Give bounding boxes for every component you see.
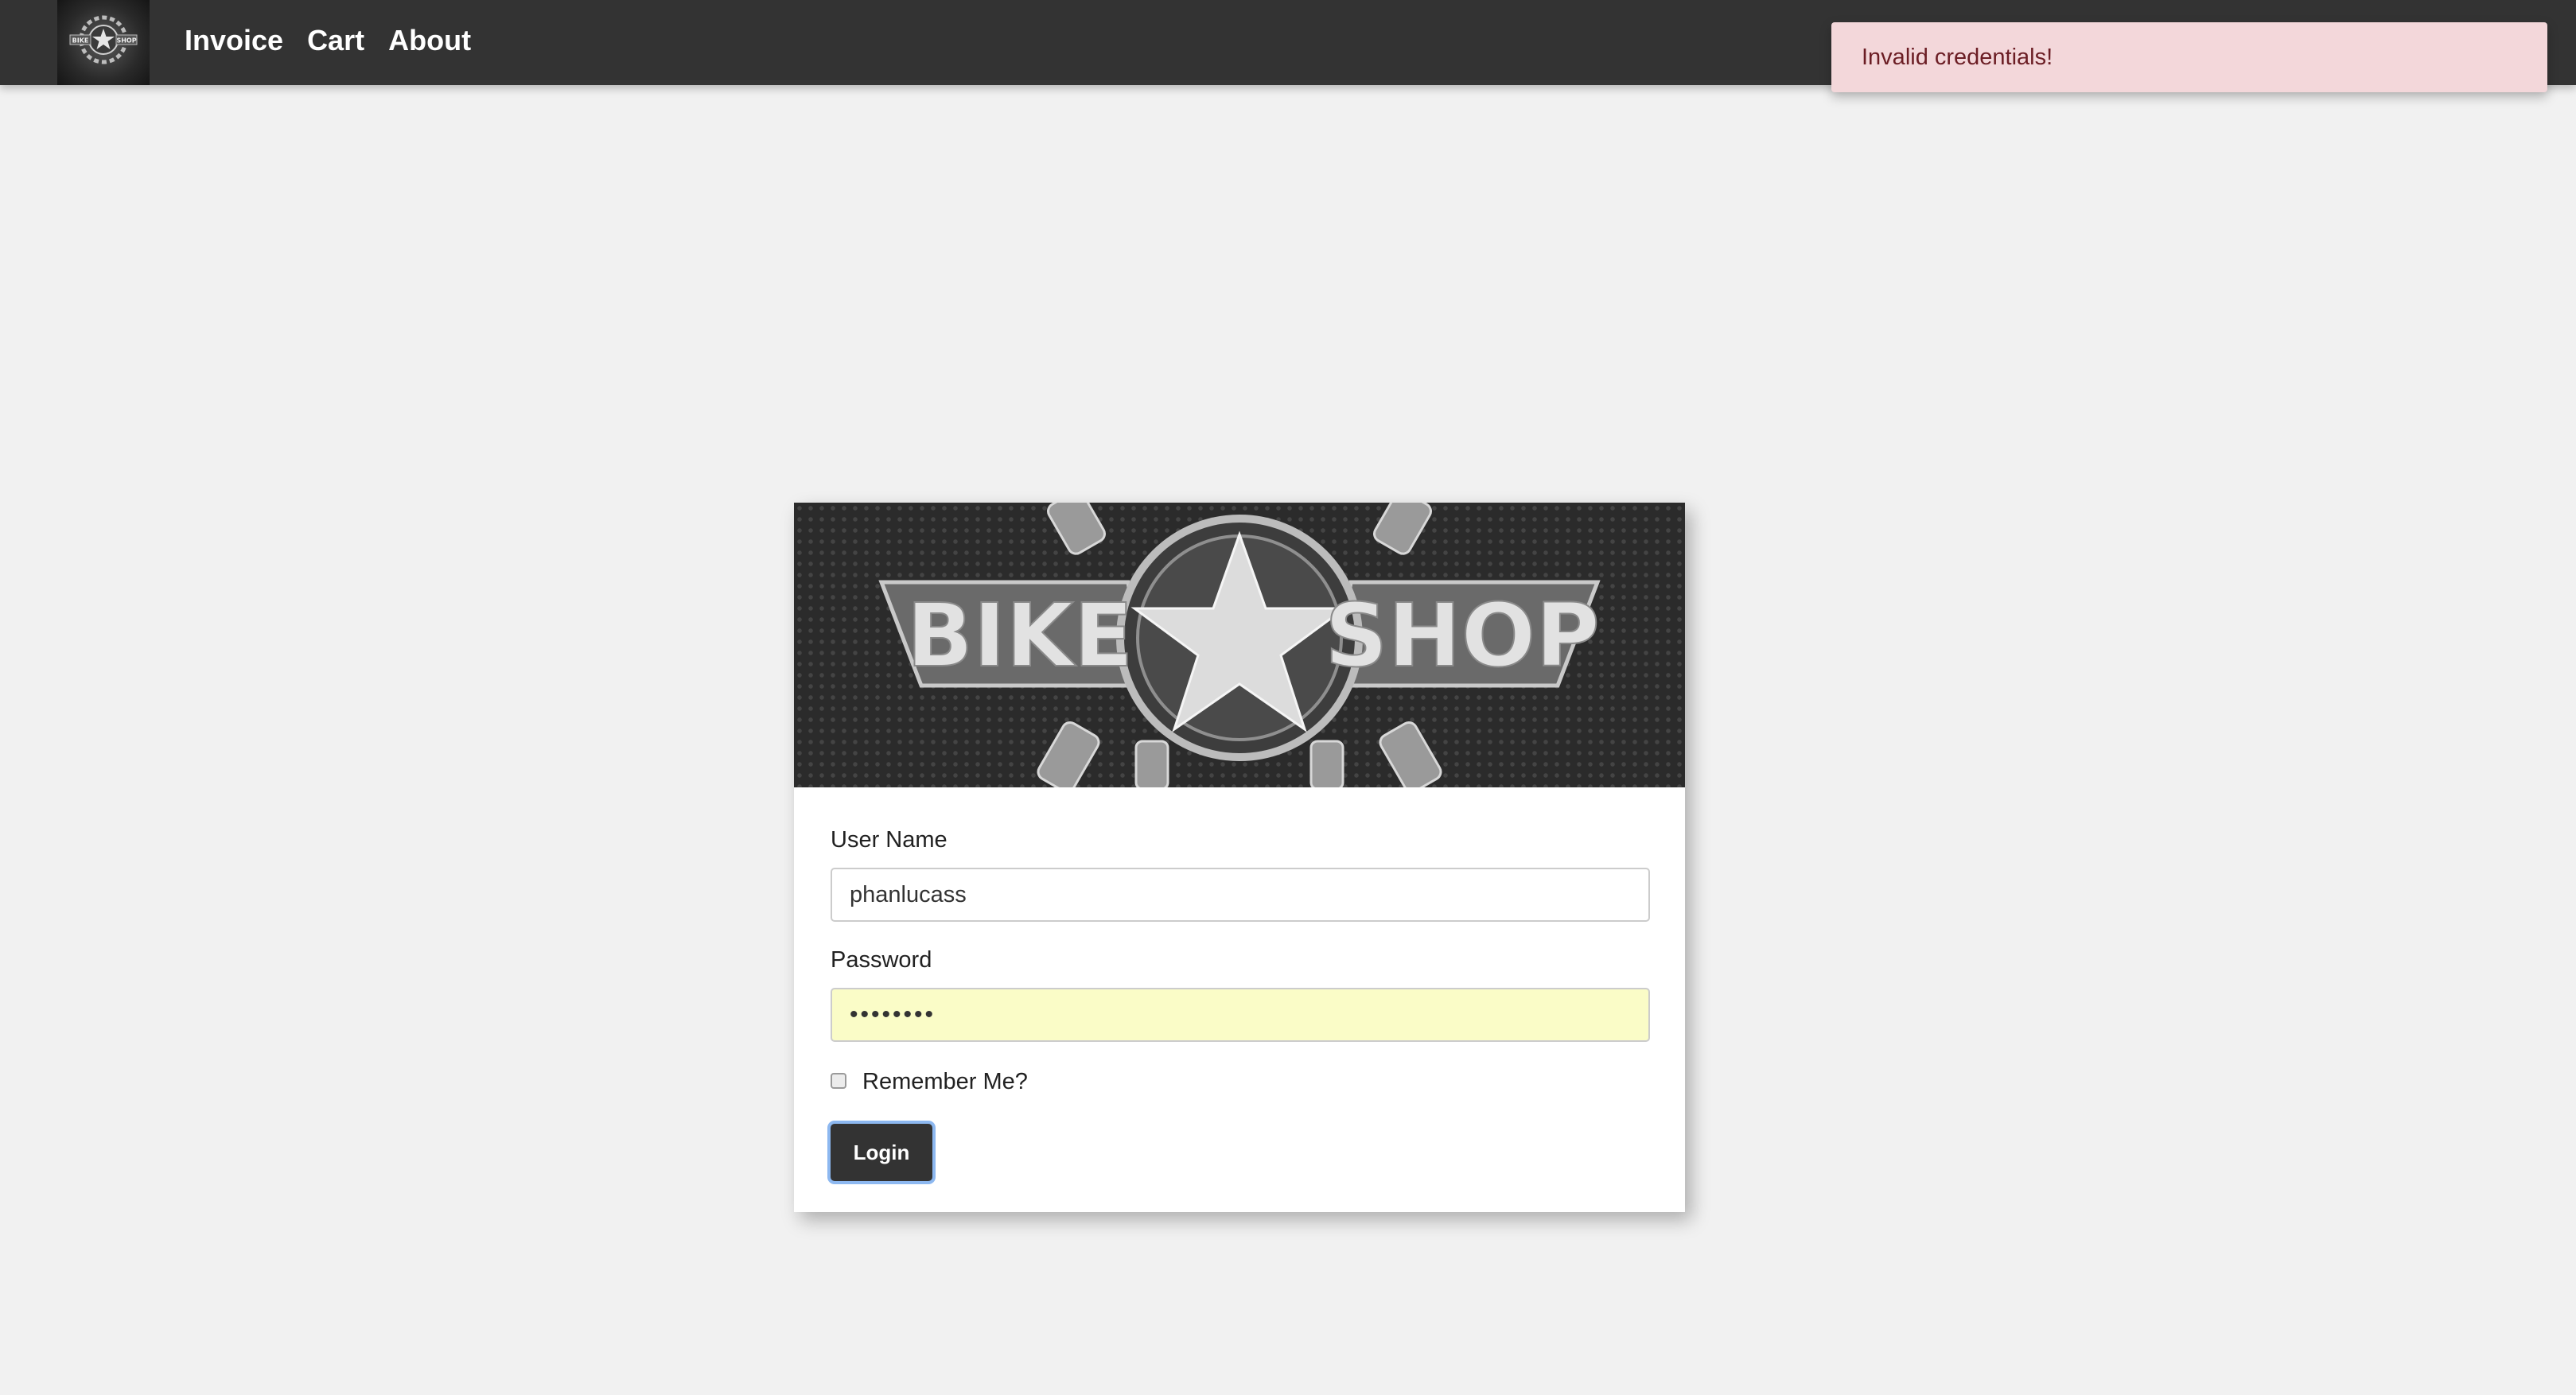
banner-left-word: BIKE [906,585,1133,686]
nav-link-about[interactable]: About [388,24,471,57]
bike-shop-banner: BIKE SHOP [794,503,1685,787]
password-label: Password [831,947,932,973]
login-form: User Name Password Remember Me? Login [831,827,1650,1181]
username-label: User Name [831,827,948,853]
remember-me-label[interactable]: Remember Me? [862,1069,1028,1095]
svg-text:SHOP: SHOP [116,37,136,45]
username-input[interactable] [831,868,1650,922]
nav-link-invoice[interactable]: Invoice [185,24,283,57]
banner-right-word: SHOP [1325,585,1599,686]
remember-me-row: Remember Me? [831,1069,1650,1095]
svg-text:BIKE: BIKE [72,37,89,45]
error-toast-message: Invalid credentials! [1862,44,2053,70]
error-toast[interactable]: Invalid credentials! [1831,22,2547,92]
nav-link-cart[interactable]: Cart [307,24,364,57]
password-input[interactable] [831,988,1650,1042]
login-button[interactable]: Login [831,1124,932,1181]
bike-shop-logo[interactable]: BIKE SHOP [57,0,150,85]
login-card: BIKE SHOP User Name Password Remember Me… [794,503,1685,1212]
remember-me-checkbox[interactable] [831,1072,846,1089]
nav-links: Invoice Cart About [185,0,495,81]
gear-star-logo-icon: BIKE SHOP [69,15,138,64]
bike-shop-banner-icon: BIKE SHOP [878,503,1601,787]
